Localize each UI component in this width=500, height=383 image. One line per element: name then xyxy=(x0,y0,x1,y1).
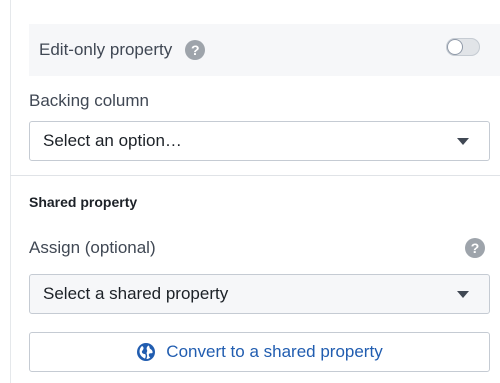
help-icon[interactable]: ? xyxy=(465,238,485,258)
chevron-down-icon xyxy=(457,138,469,145)
convert-button-label: Convert to a shared property xyxy=(166,342,383,361)
backing-column-label: Backing column xyxy=(29,91,150,110)
left-rail xyxy=(10,0,11,383)
backing-column-value: Select an option… xyxy=(43,131,182,150)
section-divider xyxy=(10,175,500,176)
edit-only-toggle[interactable] xyxy=(446,38,480,56)
assign-label: Assign (optional) xyxy=(29,238,156,257)
shared-property-value: Select a shared property xyxy=(43,284,229,303)
help-icon[interactable]: ? xyxy=(185,40,206,60)
chevron-down-icon xyxy=(457,291,469,298)
backing-column-select[interactable]: Select an option… xyxy=(29,121,490,161)
toggle-knob xyxy=(448,40,462,54)
shared-property-select[interactable]: Select a shared property xyxy=(29,274,490,314)
edit-only-label: Edit-only property xyxy=(39,40,173,59)
section-title: Shared property xyxy=(29,194,138,210)
globe-icon xyxy=(137,343,156,361)
edit-only-row: Edit-only property ? xyxy=(29,24,500,76)
convert-to-shared-property-button[interactable]: Convert to a shared property xyxy=(29,332,490,372)
